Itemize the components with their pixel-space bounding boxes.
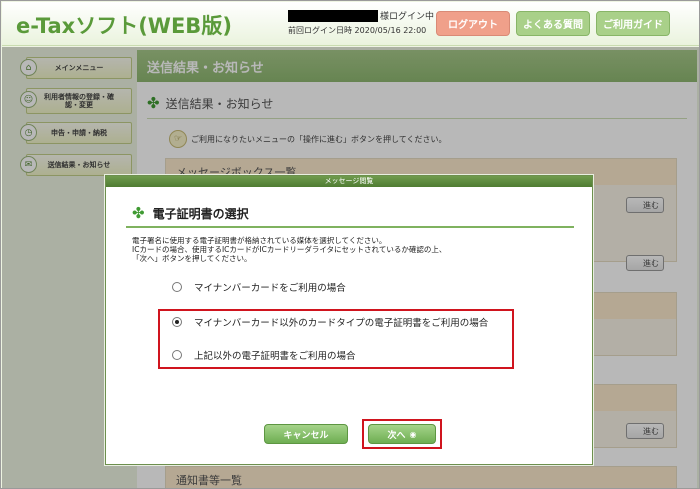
clover-icon: ✤: [132, 204, 145, 222]
option-label: マイナンバーカード以外のカードタイプの電子証明書をご利用の場合: [194, 318, 489, 329]
dialog-heading: ✤ 電子証明書の選択: [132, 204, 249, 222]
redacted-username: [288, 9, 378, 22]
description-line: ICカードの場合、使用するICカードがICカードリーダライタにセットされているか…: [132, 245, 447, 254]
dialog-titlebar: メッセージ閲覧: [106, 176, 592, 187]
certificate-select-dialog: メッセージ閲覧 ✤ 電子証明書の選択 電子署名に使用する電子証明書が格納されてい…: [105, 175, 593, 465]
cancel-button[interactable]: キャンセル: [264, 424, 348, 444]
description-line: 電子署名に使用する電子証明書が格納されている媒体を選択してください。: [132, 236, 387, 245]
app-window: e-Taxソフト(WEB版) 様ログイン中 前回ログイン日時 2020/05/1…: [0, 0, 700, 489]
next-button[interactable]: 次へ ◉: [368, 424, 436, 444]
option-other-certificate[interactable]: 上記以外の電子証明書をご利用の場合: [172, 348, 356, 362]
faq-button[interactable]: よくある質問: [516, 11, 590, 36]
description-line: 「次へ」ボタンを押してください。: [132, 254, 252, 263]
radio-button-checked[interactable]: [172, 317, 182, 327]
logout-button[interactable]: ログアウト: [436, 11, 510, 36]
dialog-description: 電子署名に使用する電子証明書が格納されている媒体を選択してください。 ICカード…: [132, 236, 572, 263]
option-label: マイナンバーカードをご利用の場合: [194, 283, 346, 294]
radio-button[interactable]: [172, 350, 182, 360]
last-login-label: 前回ログイン日時: [288, 26, 352, 35]
radio-button[interactable]: [172, 282, 182, 292]
dialog-heading-text: 電子証明書の選択: [152, 206, 249, 221]
app-logo: e-Taxソフト(WEB版): [16, 14, 232, 38]
divider: [126, 226, 574, 228]
login-status: 様ログイン中: [380, 12, 435, 22]
option-mynumber-card[interactable]: マイナンバーカードをご利用の場合: [172, 280, 346, 294]
last-login-value: 2020/05/16 22:00: [354, 26, 427, 35]
next-button-label: 次へ: [387, 430, 406, 441]
user-guide-button[interactable]: ご利用ガイド: [596, 11, 670, 36]
user-info: 様ログイン中 前回ログイン日時 2020/05/16 22:00: [288, 9, 434, 36]
next-arrow-icon: ◉: [409, 429, 417, 439]
option-label: 上記以外の電子証明書をご利用の場合: [194, 351, 356, 362]
header: e-Taxソフト(WEB版) 様ログイン中 前回ログイン日時 2020/05/1…: [2, 2, 699, 46]
option-other-card-type[interactable]: マイナンバーカード以外のカードタイプの電子証明書をご利用の場合: [172, 315, 488, 329]
cancel-button-label: キャンセル: [283, 430, 329, 441]
